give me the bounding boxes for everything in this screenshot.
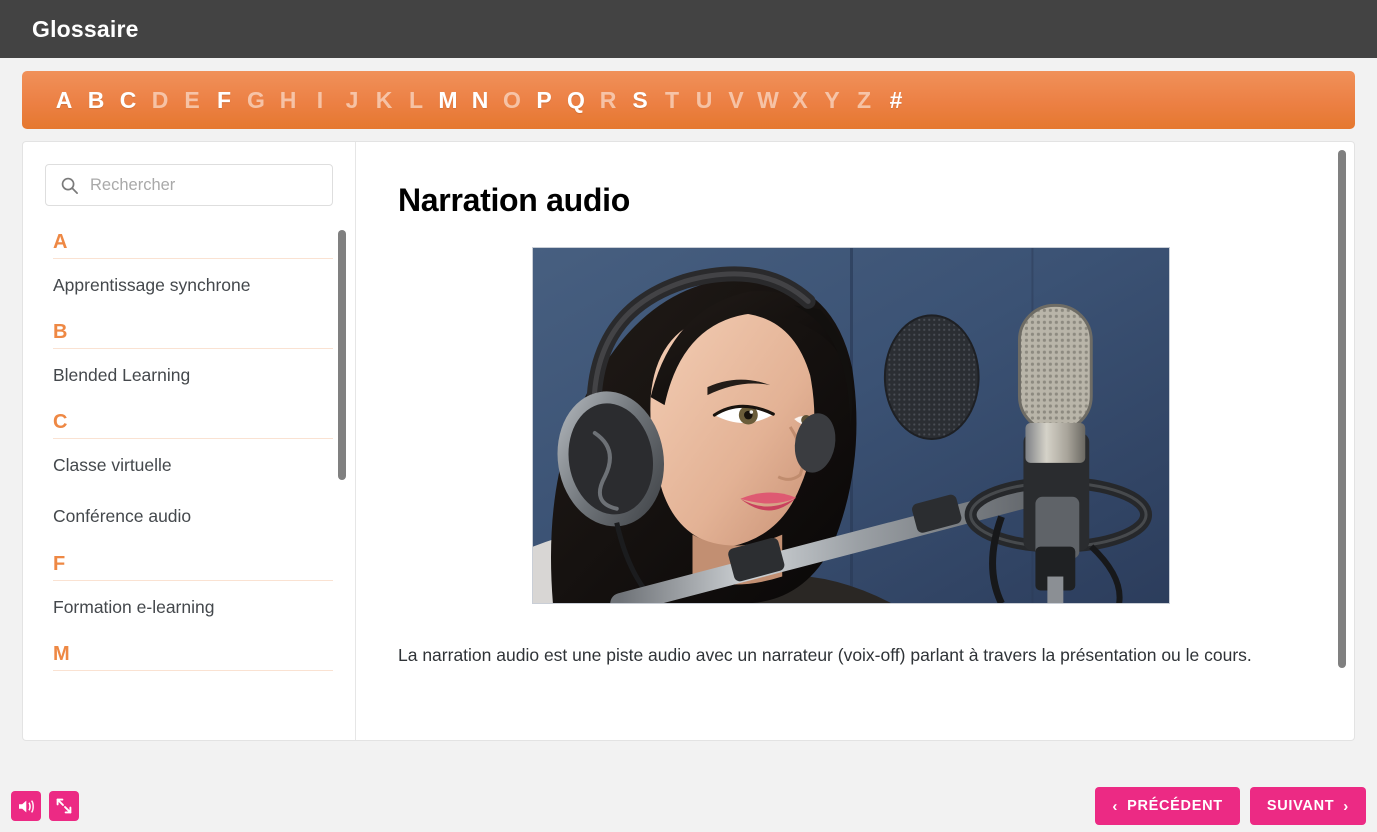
entry-title: Narration audio — [398, 182, 630, 218]
glossary-term-item[interactable]: Conférence audio — [53, 490, 333, 541]
alphabet-letter-q[interactable]: Q — [560, 87, 592, 114]
volume-icon — [18, 799, 35, 814]
glossary-sidebar: AApprentissage synchroneBBlended Learnin… — [23, 142, 356, 740]
alphabet-letter-e: E — [184, 86, 200, 113]
alphabet-letter-m[interactable]: M — [432, 87, 464, 114]
alphabet-letter-g: G — [247, 86, 265, 113]
alphabet-letter-x: X — [792, 86, 808, 113]
alphabet-letter-k: K — [375, 86, 393, 113]
search-row — [23, 164, 355, 206]
alphabet-letter-i: I — [316, 86, 324, 113]
fullscreen-icon — [56, 798, 72, 814]
glossary-card: AApprentissage synchroneBBlended Learnin… — [22, 141, 1355, 741]
alphabet-letter-o: O — [503, 86, 521, 113]
alphabet-letter-u: U — [695, 86, 713, 113]
search-box[interactable] — [45, 164, 333, 206]
letter-group-heading-m: M — [53, 632, 333, 671]
alphabet-letter-j: J — [345, 86, 359, 113]
glossary-term-item[interactable]: Blended Learning — [53, 349, 333, 400]
glossary-term-item[interactable]: Formation e-learning — [53, 581, 333, 632]
previous-button-label: PRÉCÉDENT — [1127, 798, 1223, 814]
player-footer: ‹ PRÉCÉDENT SUIVANT › — [0, 780, 1377, 832]
chevron-left-icon: ‹ — [1112, 797, 1119, 815]
next-button[interactable]: SUIVANT › — [1249, 787, 1366, 825]
next-button-label: SUIVANT — [1266, 798, 1335, 814]
footer-left-controls — [11, 791, 79, 821]
alphabet-letter-h: H — [279, 86, 297, 113]
glossary-term-list: A Apprentissage synchrone B Blended Learnin… — [23, 220, 355, 732]
alphabet-letter-y: Y — [824, 86, 840, 113]
previous-button[interactable]: ‹ PRÉCÉDENT — [1095, 787, 1240, 825]
letter-group-heading-b: B — [53, 310, 333, 350]
letter-group-heading-a: A — [53, 220, 333, 259]
alphabet-letter-p[interactable]: P — [528, 87, 560, 114]
alphabet-letter-hash[interactable]: # — [880, 87, 912, 114]
sidebar-scrollbar-track[interactable] — [338, 230, 346, 734]
alphabet-letter-t: T — [664, 86, 680, 113]
alphabet-letter-n[interactable]: N — [464, 87, 496, 114]
entry-paragraph: La narration audio est une piste audio a… — [398, 645, 1252, 665]
glossary-term-item[interactable]: Classe virtuelle — [53, 439, 333, 490]
alphabet-letter-r: R — [599, 86, 617, 113]
alphabet-letter-d: D — [151, 86, 169, 113]
page-title: Glossaire — [32, 15, 139, 42]
fullscreen-button[interactable] — [49, 791, 79, 821]
studio-photo-illustration — [533, 248, 1169, 603]
alphabet-letter-f[interactable]: F — [208, 87, 240, 114]
alphabet-letter-b[interactable]: B — [80, 87, 112, 114]
volume-button[interactable] — [11, 791, 41, 821]
search-icon — [60, 176, 79, 195]
alphabet-index-bar: A B C D E F G H I J K L M N O P Q R S T U V W X Y Z # — [22, 71, 1355, 129]
entry-image — [532, 247, 1170, 604]
alphabet-letter-z: Z — [856, 86, 872, 113]
alphabet-letter-c[interactable]: C — [112, 87, 144, 114]
alphabet-letter-w: W — [757, 86, 779, 113]
glossary-term-item[interactable]: Apprentissage synchrone — [53, 259, 333, 310]
alphabet-letter-l: L — [408, 86, 424, 113]
footer-nav-controls: ‹ PRÉCÉDENT SUIVANT › — [1095, 787, 1366, 825]
alphabet-letter-v: V — [728, 86, 744, 113]
letter-group-heading-f: F — [53, 542, 333, 581]
search-input[interactable] — [90, 175, 322, 195]
alphabet-bar-wrapper: A B C D E F G H I J K L M N O P Q R S T U V W X Y Z # — [0, 58, 1377, 129]
content-scrollbar-track[interactable] — [1338, 150, 1346, 732]
alphabet-letter-a[interactable]: A — [48, 87, 80, 114]
glossary-content-panel: Narration audio La narration audio est u… — [356, 142, 1354, 740]
chevron-right-icon: › — [1343, 797, 1349, 815]
letter-group-heading-c: C — [53, 400, 333, 440]
content-scrollbar-thumb[interactable] — [1338, 150, 1346, 668]
app-header: Glossaire — [0, 0, 1377, 58]
alphabet-letter-s[interactable]: S — [624, 87, 656, 114]
sidebar-scrollbar-thumb[interactable] — [338, 230, 346, 480]
